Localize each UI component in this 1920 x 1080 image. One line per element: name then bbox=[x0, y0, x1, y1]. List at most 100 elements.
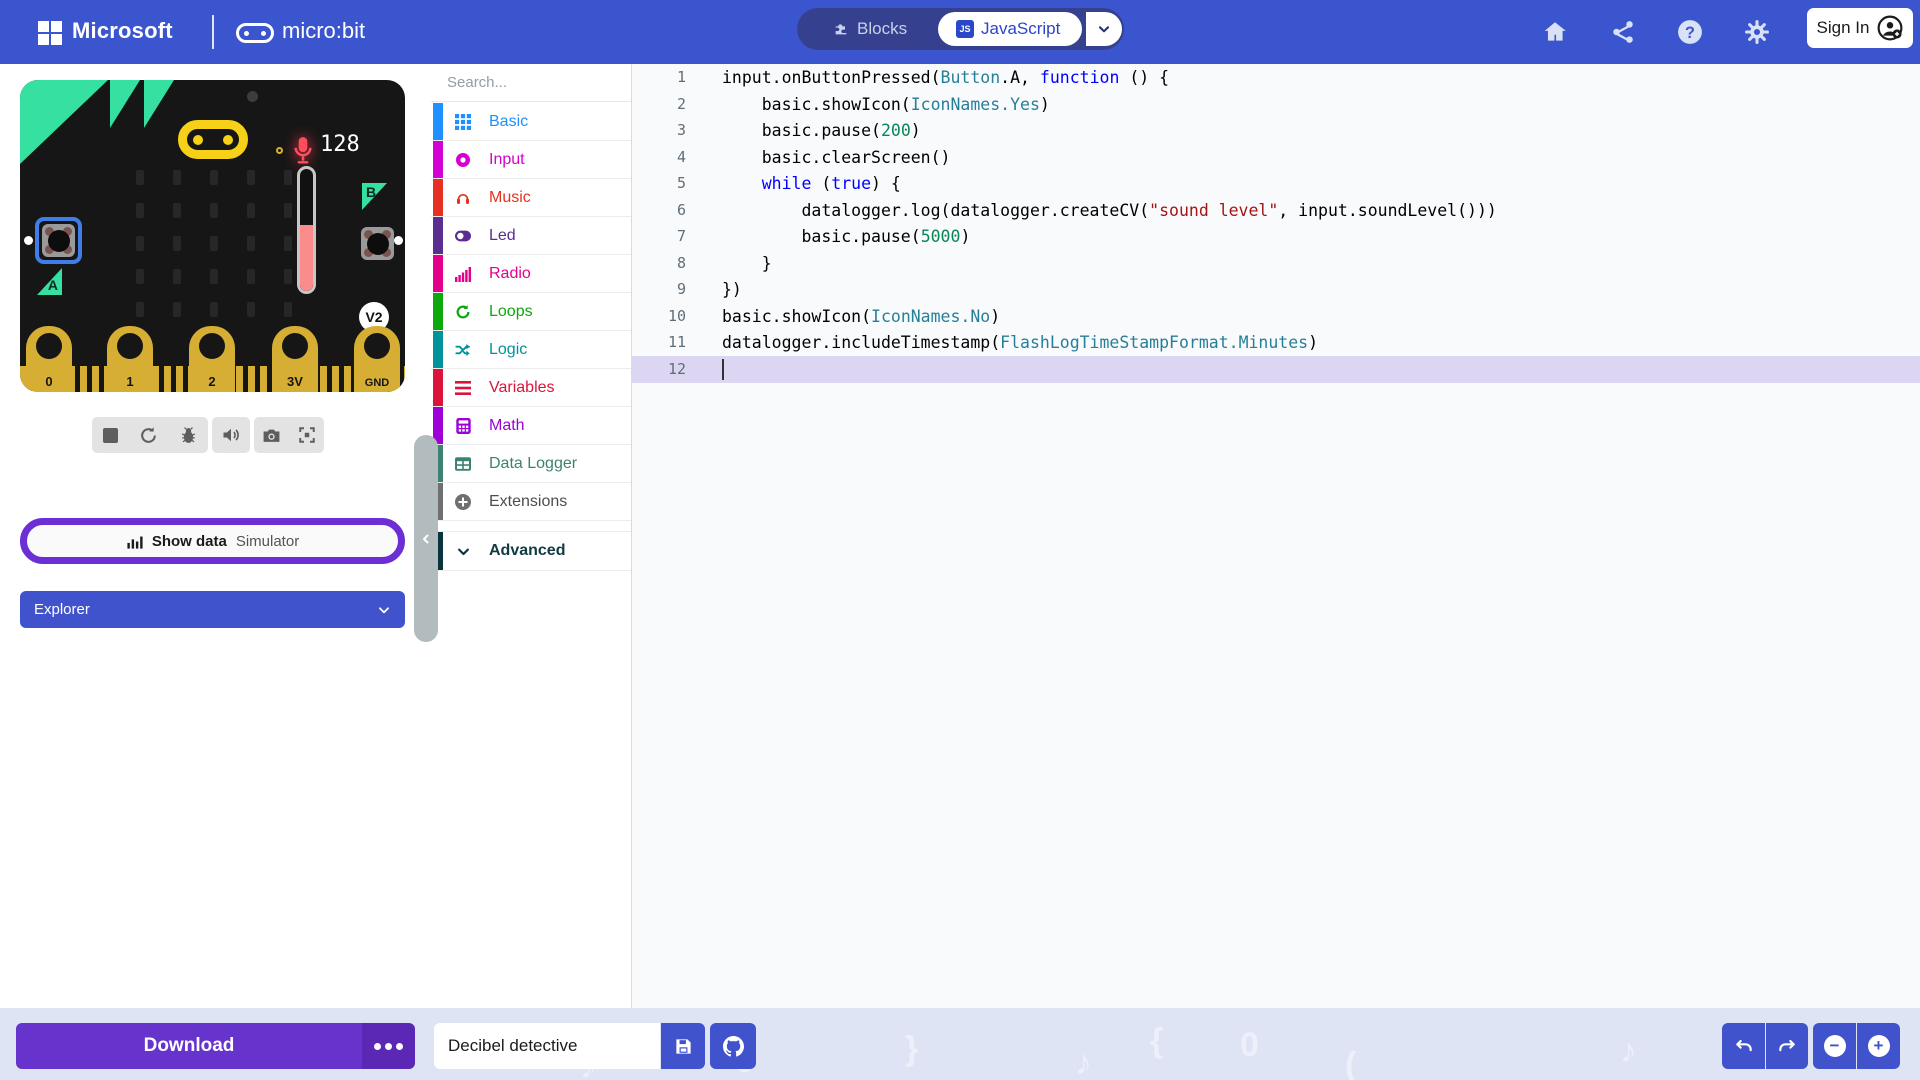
code-line[interactable]: 5 while (true) { bbox=[632, 170, 1920, 197]
led-pixel[interactable] bbox=[173, 170, 181, 185]
redo-icon bbox=[1777, 1036, 1797, 1056]
github-button[interactable] bbox=[710, 1023, 756, 1069]
code-line[interactable]: 3 basic.pause(200) bbox=[632, 117, 1920, 144]
led-pixel[interactable] bbox=[210, 302, 218, 317]
button-a[interactable] bbox=[35, 217, 82, 264]
fullscreen-icon[interactable] bbox=[298, 426, 316, 444]
led-pixel[interactable] bbox=[173, 302, 181, 317]
led-pixel[interactable] bbox=[136, 269, 144, 284]
pin-0[interactable]: 0 bbox=[26, 326, 72, 392]
pin-1[interactable]: 1 bbox=[107, 326, 153, 392]
pin-label: 2 bbox=[189, 374, 235, 389]
toolbox-category-music[interactable]: Music bbox=[431, 179, 631, 217]
toolbox-category-math[interactable]: Math bbox=[431, 407, 631, 445]
led-pixel[interactable] bbox=[136, 236, 144, 251]
zoom-in-button[interactable]: + bbox=[1857, 1023, 1900, 1069]
share-icon[interactable] bbox=[1610, 19, 1636, 45]
toolbox-category-variables[interactable]: Variables bbox=[431, 369, 631, 407]
code-line[interactable]: 6 datalogger.log(datalogger.createCV("so… bbox=[632, 197, 1920, 224]
led-pixel[interactable] bbox=[210, 269, 218, 284]
undo-button[interactable] bbox=[1722, 1023, 1765, 1069]
help-icon[interactable]: ? bbox=[1677, 19, 1703, 45]
code-line[interactable]: 9}) bbox=[632, 276, 1920, 303]
sound-indicator-icon bbox=[276, 147, 283, 154]
button-b[interactable] bbox=[354, 220, 401, 267]
led-pixel[interactable] bbox=[247, 170, 255, 185]
download-button-group: Download bbox=[16, 1023, 415, 1069]
restart-icon[interactable] bbox=[139, 426, 158, 445]
code-line[interactable]: 8 } bbox=[632, 250, 1920, 277]
code-line[interactable]: 1input.onButtonPressed(Button.A, functio… bbox=[632, 64, 1920, 91]
led-pixel[interactable] bbox=[284, 269, 292, 284]
led-pixel[interactable] bbox=[247, 203, 255, 218]
pin-3v[interactable]: 3V bbox=[272, 326, 318, 392]
toolbox-category-radio[interactable]: Radio bbox=[431, 255, 631, 293]
project-name-input[interactable] bbox=[434, 1023, 660, 1069]
code-line[interactable]: 11datalogger.includeTimestamp(FlashLogTi… bbox=[632, 329, 1920, 356]
debug-icon[interactable] bbox=[179, 426, 198, 445]
code-editor[interactable]: 1input.onButtonPressed(Button.A, functio… bbox=[632, 64, 1920, 1008]
led-pixel[interactable] bbox=[210, 170, 218, 185]
led-pixel[interactable] bbox=[247, 302, 255, 317]
code-text: basic.pause(200) bbox=[722, 117, 921, 144]
toolbox-advanced[interactable]: Advanced bbox=[431, 531, 631, 571]
led-pixel[interactable] bbox=[284, 236, 292, 251]
mic-level-slider[interactable] bbox=[297, 166, 316, 294]
led-pixel[interactable] bbox=[136, 302, 144, 317]
led-pixel[interactable] bbox=[136, 170, 144, 185]
save-project-button[interactable] bbox=[661, 1023, 705, 1069]
toolbox-category-basic[interactable]: Basic bbox=[431, 103, 631, 141]
code-line[interactable]: 4 basic.clearScreen() bbox=[632, 144, 1920, 171]
led-pixel[interactable] bbox=[284, 203, 292, 218]
toolbox-category-led[interactable]: Led bbox=[431, 217, 631, 255]
category-label: Data Logger bbox=[489, 455, 577, 473]
blocks-tab[interactable]: Blocks bbox=[797, 19, 938, 39]
led-pixel[interactable] bbox=[247, 269, 255, 284]
category-label: Music bbox=[489, 189, 531, 207]
js-badge-icon: JS bbox=[956, 20, 974, 38]
led-pixel[interactable] bbox=[247, 236, 255, 251]
led-pixel[interactable] bbox=[173, 269, 181, 284]
pin-2[interactable]: 2 bbox=[189, 326, 235, 392]
led-pixel[interactable] bbox=[173, 203, 181, 218]
led-pixel[interactable] bbox=[210, 236, 218, 251]
screenshot-camera-icon[interactable] bbox=[262, 426, 281, 445]
footer-decor-glyph: { bbox=[1150, 1022, 1163, 1061]
code-text: }) bbox=[722, 276, 742, 303]
toolbox-category-input[interactable]: Input bbox=[431, 141, 631, 179]
category-label: Input bbox=[489, 151, 525, 169]
code-line[interactable]: 7 basic.pause(5000) bbox=[632, 223, 1920, 250]
toolbox-category-loops[interactable]: Loops bbox=[431, 293, 631, 331]
download-options-button[interactable] bbox=[362, 1023, 415, 1069]
toolbox-collapse-handle[interactable] bbox=[414, 435, 438, 642]
footer-decor-glyph: 0 bbox=[1240, 1026, 1259, 1065]
code-line[interactable]: 2 basic.showIcon(IconNames.Yes) bbox=[632, 91, 1920, 118]
toolbox-category-logic[interactable]: Logic bbox=[431, 331, 631, 369]
button-b-label: B bbox=[362, 183, 387, 210]
code-line[interactable]: 10basic.showIcon(IconNames.No) bbox=[632, 303, 1920, 330]
explorer-dropdown[interactable]: Explorer bbox=[20, 591, 405, 628]
search-input[interactable] bbox=[447, 74, 646, 91]
home-icon[interactable] bbox=[1542, 19, 1568, 45]
settings-gear-icon[interactable] bbox=[1744, 19, 1770, 45]
download-button[interactable]: Download bbox=[16, 1023, 362, 1069]
show-data-button[interactable]: Show data Simulator bbox=[20, 518, 405, 564]
led-grid[interactable] bbox=[136, 170, 292, 317]
sign-in-button[interactable]: Sign In bbox=[1807, 8, 1913, 48]
led-pixel[interactable] bbox=[284, 302, 292, 317]
led-pixel[interactable] bbox=[136, 203, 144, 218]
led-pixel[interactable] bbox=[284, 170, 292, 185]
toolbox-category-data-logger[interactable]: Data Logger bbox=[431, 445, 631, 483]
volume-icon[interactable] bbox=[221, 425, 241, 445]
javascript-tab[interactable]: JS JavaScript bbox=[938, 12, 1082, 46]
pin-gnd[interactable]: GND bbox=[354, 326, 400, 392]
led-pixel[interactable] bbox=[210, 203, 218, 218]
line-number: 1 bbox=[632, 64, 686, 91]
code-line[interactable]: 12 bbox=[632, 356, 1920, 383]
led-pixel[interactable] bbox=[173, 236, 181, 251]
redo-button[interactable] bbox=[1766, 1023, 1808, 1069]
zoom-out-button[interactable]: − bbox=[1813, 1023, 1856, 1069]
language-dropdown-button[interactable] bbox=[1086, 12, 1122, 46]
toolbox-category-extensions[interactable]: Extensions bbox=[431, 483, 631, 521]
stop-button[interactable] bbox=[103, 428, 118, 443]
